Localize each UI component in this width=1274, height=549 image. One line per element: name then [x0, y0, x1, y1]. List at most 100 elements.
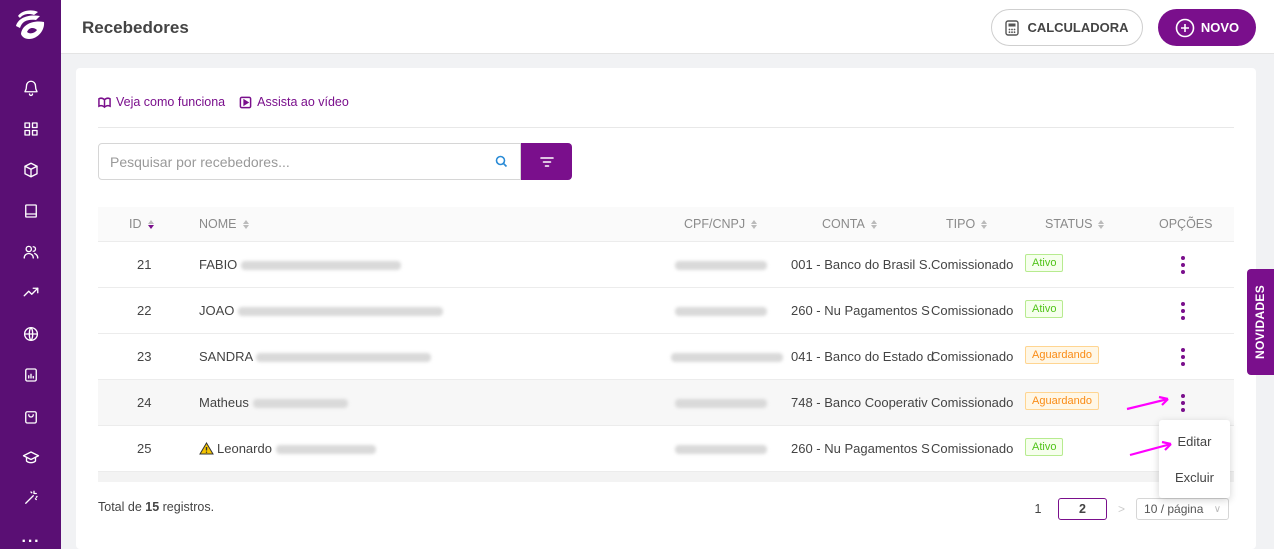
options-menu-icon[interactable]	[1173, 392, 1193, 414]
redacted-cpf	[675, 445, 767, 455]
redacted-cpf	[675, 399, 767, 409]
row-tipo: Comissionado	[931, 441, 1014, 456]
watch-video-link[interactable]: Assista ao vídeo	[239, 95, 349, 109]
row-cpf	[675, 441, 767, 456]
new-label: NOVO	[1200, 20, 1240, 35]
table-row[interactable]: 22 JOAO 260 - Nu Pagamentos S Comissiona…	[98, 288, 1234, 334]
trending-up-icon[interactable]	[17, 278, 45, 306]
row-tipo: Comissionado	[931, 349, 1014, 364]
page-2-button[interactable]: 2	[1058, 498, 1107, 520]
row-name: FABIO	[199, 257, 401, 272]
table-row[interactable]: 25 Leonardo 260 - Nu Pagamentos S Comiss…	[98, 426, 1234, 472]
how-it-works-link[interactable]: Veja como funciona	[98, 95, 225, 109]
page-size-select[interactable]: 10 / página ∨	[1136, 498, 1230, 520]
sort-icon	[242, 219, 249, 229]
column-label: CONTA	[822, 217, 865, 231]
sort-icon	[147, 219, 154, 229]
calculator-button[interactable]: CALCULADORA	[991, 9, 1143, 46]
status-badge: Ativo	[1025, 438, 1064, 456]
row-name: JOAO	[199, 303, 444, 318]
users-icon[interactable]	[17, 238, 45, 266]
calculator-icon	[1005, 19, 1020, 36]
plus-circle-icon	[1175, 18, 1195, 37]
name-text: SANDRA	[199, 349, 253, 364]
novidades-label: NOVIDADES	[1253, 284, 1268, 360]
chevron-right-icon[interactable]: >	[1115, 502, 1128, 516]
column-header-status[interactable]: STATUS	[1045, 217, 1105, 231]
report-icon[interactable]	[17, 361, 45, 389]
more-icon[interactable]: ···	[17, 528, 45, 549]
open-book-icon	[98, 96, 111, 108]
page-size-value: 10 / página	[1144, 502, 1204, 516]
brand-logo[interactable]	[12, 6, 50, 44]
watch-video-label: Assista ao vídeo	[257, 95, 349, 109]
shopping-bag-icon[interactable]	[17, 403, 45, 431]
total-records: Total de 15 registros.	[98, 500, 214, 514]
column-label: CPF/CNPJ	[684, 217, 746, 231]
magic-wand-icon[interactable]	[17, 484, 45, 512]
chevron-down-icon: ∨	[1213, 503, 1222, 515]
column-header-nome[interactable]: NOME	[199, 217, 249, 231]
table-header: ID NOME CPF/CNPJ CONTA TIPO STATUS OPÇÕE…	[98, 207, 1234, 242]
redacted-surname	[238, 307, 444, 317]
annotation-arrow-icon	[1126, 395, 1169, 411]
row-conta: 001 - Banco do Brasil S.	[791, 257, 932, 272]
redacted-cpf	[675, 261, 767, 271]
row-tipo: Comissionado	[931, 303, 1014, 318]
name-text: Leonardo	[217, 441, 272, 456]
column-header-opcoes: OPÇÕES	[1159, 217, 1213, 231]
options-menu-icon[interactable]	[1173, 346, 1193, 368]
column-header-conta[interactable]: CONTA	[822, 217, 877, 231]
column-label: TIPO	[946, 217, 976, 231]
row-options-dropdown: Editar Excluir	[1159, 420, 1230, 498]
row-name: Leonardo	[199, 441, 376, 456]
redacted-cpf	[671, 353, 783, 363]
play-video-icon	[239, 96, 252, 108]
redacted-surname	[252, 399, 348, 409]
redacted-surname	[256, 353, 432, 363]
book-icon[interactable]	[17, 197, 45, 225]
table-row[interactable]: 23 SANDRA 041 - Banco do Estado d Comiss…	[98, 334, 1234, 380]
name-text: FABIO	[199, 257, 238, 272]
options-menu-icon[interactable]	[1173, 300, 1193, 322]
top-header: Recebedores CALCULADORA NOVO	[61, 0, 1274, 54]
page-title: Recebedores	[82, 18, 189, 37]
row-conta: 041 - Banco do Estado d	[791, 349, 935, 364]
globe-icon[interactable]	[17, 320, 45, 348]
row-id: 25	[137, 441, 152, 456]
row-name: Matheus	[199, 395, 348, 410]
column-header-cpf[interactable]: CPF/CNPJ	[684, 217, 758, 231]
search-icon[interactable]	[495, 155, 508, 168]
row-id: 21	[137, 257, 152, 272]
column-label: NOME	[199, 217, 237, 231]
search-input[interactable]	[99, 144, 479, 179]
divider	[98, 127, 1234, 128]
options-menu-icon[interactable]	[1173, 254, 1193, 276]
row-conta: 260 - Nu Pagamentos S	[791, 441, 930, 456]
sort-icon	[981, 219, 988, 229]
filter-button[interactable]	[521, 143, 572, 180]
dashboard-grid-icon[interactable]	[17, 115, 45, 143]
page-1-button[interactable]: 1	[1026, 502, 1050, 516]
total-suffix: registros.	[159, 500, 215, 514]
help-links: Veja como funciona Assista ao vídeo	[98, 95, 349, 109]
table-row[interactable]: 24 Matheus 748 - Banco Cooperativ Comiss…	[98, 380, 1234, 426]
redacted-surname	[240, 261, 401, 271]
warning-icon	[199, 442, 214, 455]
box-icon[interactable]	[17, 156, 45, 184]
table-row[interactable]: 21 FABIO 001 - Banco do Brasil S. Comiss…	[98, 242, 1234, 288]
novidades-tab[interactable]: NOVIDADES	[1247, 269, 1274, 375]
column-header-tipo[interactable]: TIPO	[946, 217, 988, 231]
delete-menu-item[interactable]: Excluir	[1159, 470, 1230, 485]
horizontal-scrollbar[interactable]	[98, 472, 1234, 482]
new-button[interactable]: NOVO	[1158, 9, 1256, 46]
row-cpf	[675, 257, 767, 272]
bell-icon[interactable]	[17, 74, 45, 102]
column-label: OPÇÕES	[1159, 217, 1213, 231]
graduation-cap-icon[interactable]	[17, 444, 45, 472]
column-header-id[interactable]: ID	[129, 217, 154, 231]
calculator-label: CALCULADORA	[1027, 20, 1129, 35]
redacted-cpf	[675, 307, 767, 317]
row-name: SANDRA	[199, 349, 432, 364]
recebedores-card: Veja como funciona Assista ao vídeo ID N…	[76, 68, 1256, 549]
